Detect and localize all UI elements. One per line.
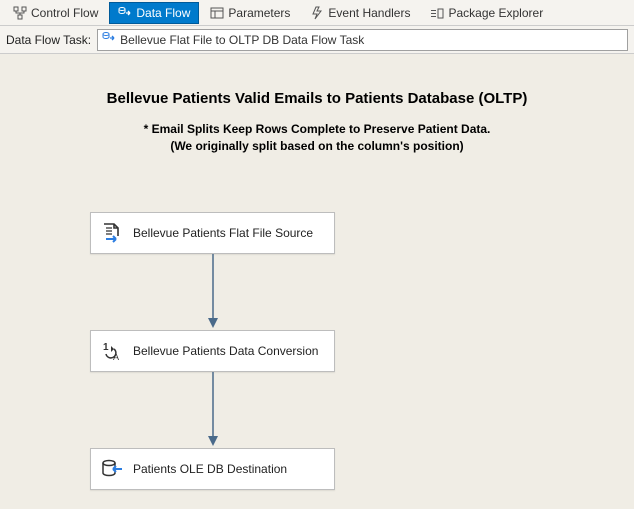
task-label: Data Flow Task: — [6, 33, 91, 47]
tab-label: Data Flow — [136, 6, 190, 20]
tab-control-flow[interactable]: Control Flow — [4, 2, 107, 24]
tab-label: Control Flow — [31, 6, 98, 20]
canvas-title: Bellevue Patients Valid Emails to Patien… — [0, 90, 634, 107]
node-data-conversion[interactable]: 1 A Bellevue Patients Data Conversion — [90, 330, 335, 372]
task-dropdown-value: Bellevue Flat File to OLTP DB Data Flow … — [120, 33, 364, 47]
tab-label: Package Explorer — [448, 6, 543, 20]
tab-label: Parameters — [228, 6, 290, 20]
connector-arrow[interactable] — [205, 372, 221, 448]
task-bar: Data Flow Task: Bellevue Flat File to OL… — [0, 26, 634, 54]
svg-text:1: 1 — [103, 342, 109, 353]
tab-label: Event Handlers — [328, 6, 410, 20]
tabs-bar: Control Flow Data Flow Parameters Event … — [0, 0, 634, 26]
node-label: Patients OLE DB Destination — [133, 462, 287, 476]
canvas-subtitle-line2: (We originally split based on the column… — [0, 138, 634, 155]
flat-file-source-icon — [101, 222, 123, 244]
ole-db-destination-icon — [101, 458, 123, 480]
data-flow-icon — [118, 6, 132, 20]
canvas-subtitle-line1: * Email Splits Keep Rows Complete to Pre… — [0, 121, 634, 138]
node-ole-db-destination[interactable]: Patients OLE DB Destination — [90, 448, 335, 490]
data-flow-task-icon — [102, 31, 116, 48]
task-dropdown[interactable]: Bellevue Flat File to OLTP DB Data Flow … — [97, 29, 628, 51]
node-label: Bellevue Patients Data Conversion — [133, 344, 318, 358]
event-handlers-icon — [310, 6, 324, 20]
data-conversion-icon: 1 A — [101, 340, 123, 362]
canvas-annotation: Bellevue Patients Valid Emails to Patien… — [0, 90, 634, 155]
tab-package-explorer[interactable]: Package Explorer — [421, 2, 552, 24]
svg-text:A: A — [113, 352, 119, 362]
tab-parameters[interactable]: Parameters — [201, 2, 299, 24]
control-flow-icon — [13, 6, 27, 20]
node-flat-file-source[interactable]: Bellevue Patients Flat File Source — [90, 212, 335, 254]
node-label: Bellevue Patients Flat File Source — [133, 226, 313, 240]
tab-data-flow[interactable]: Data Flow — [109, 2, 199, 24]
connector-arrow[interactable] — [205, 254, 221, 330]
package-explorer-icon — [430, 6, 444, 20]
tab-event-handlers[interactable]: Event Handlers — [301, 2, 419, 24]
design-canvas[interactable]: Bellevue Patients Valid Emails to Patien… — [0, 54, 634, 509]
parameters-icon — [210, 6, 224, 20]
